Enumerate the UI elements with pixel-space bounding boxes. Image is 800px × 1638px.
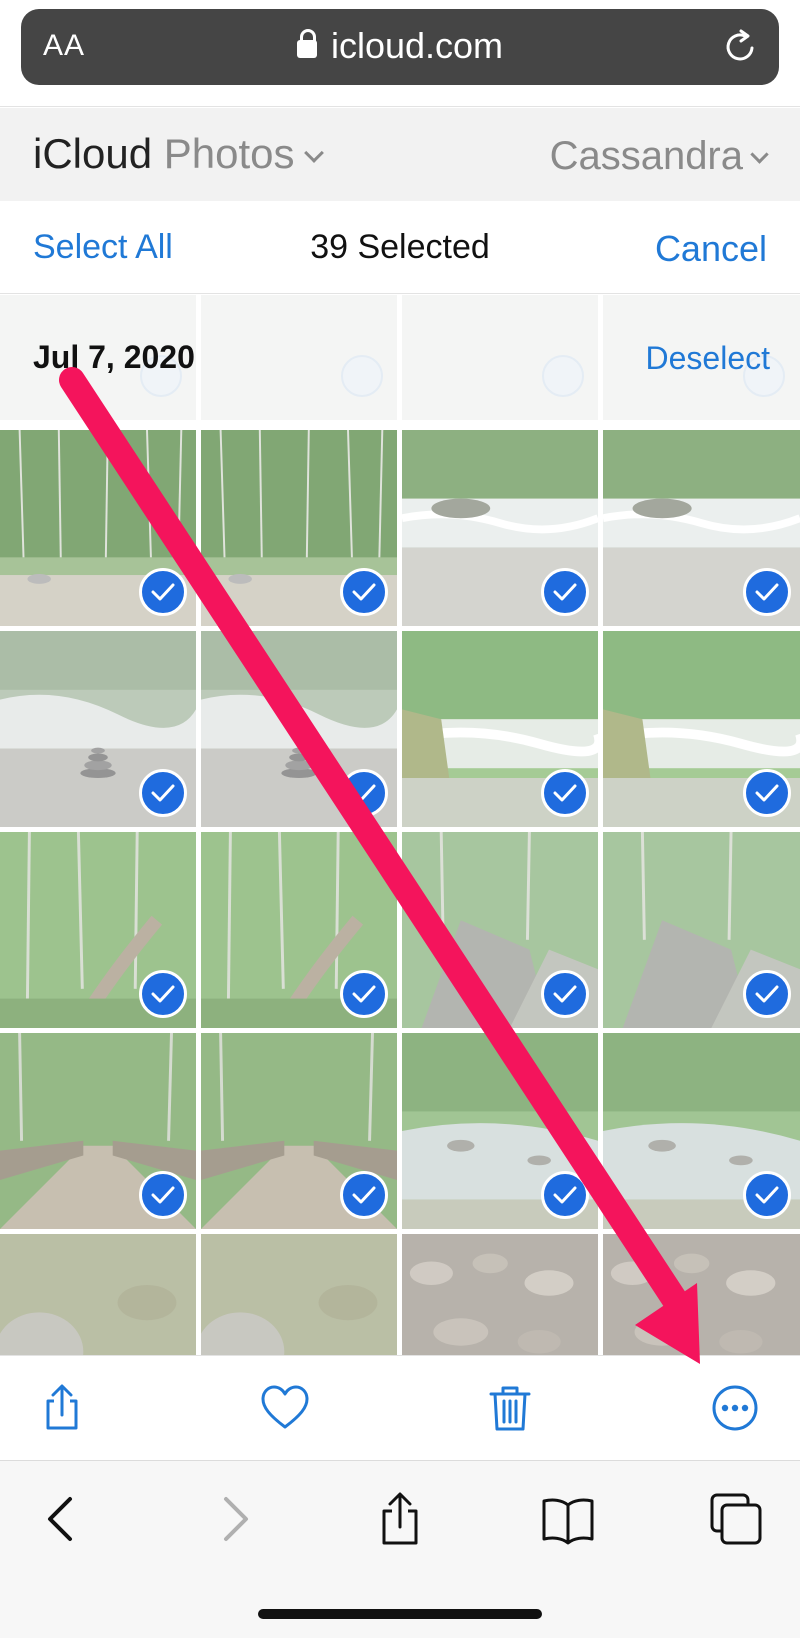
selected-check-icon[interactable] xyxy=(340,970,388,1018)
bookmarks-icon[interactable] xyxy=(540,1491,596,1547)
photo-thumbnail[interactable] xyxy=(201,430,397,626)
selected-check-icon[interactable] xyxy=(541,1171,589,1219)
photo-thumbnail[interactable] xyxy=(603,832,800,1028)
selected-check-icon[interactable] xyxy=(340,568,388,616)
photo-thumbnail[interactable] xyxy=(201,1234,397,1355)
selected-check-icon[interactable] xyxy=(541,769,589,817)
photo-thumbnail[interactable] xyxy=(402,631,598,827)
action-toolbar xyxy=(0,1355,800,1459)
photo-thumbnail[interactable] xyxy=(402,832,598,1028)
logo-main: iCloud xyxy=(33,130,153,177)
selected-check-icon[interactable] xyxy=(743,970,791,1018)
photo-image xyxy=(603,1234,800,1355)
photo-image xyxy=(201,1234,397,1355)
trash-icon[interactable] xyxy=(484,1382,536,1434)
photo-thumbnail[interactable] xyxy=(603,430,800,626)
photo-thumbnail[interactable] xyxy=(0,832,196,1028)
chevron-down-icon xyxy=(750,145,769,164)
photo-thumbnail[interactable] xyxy=(603,1234,800,1355)
selected-check-icon[interactable] xyxy=(139,970,187,1018)
selected-check-icon[interactable] xyxy=(340,769,388,817)
photo-thumbnail[interactable] xyxy=(0,430,196,626)
logo-sub: Photos xyxy=(163,130,295,177)
cancel-button[interactable]: Cancel xyxy=(655,228,767,270)
photo-thumbnail[interactable] xyxy=(402,1234,598,1355)
photo-thumbnail[interactable] xyxy=(0,1234,196,1355)
photo-thumbnail[interactable] xyxy=(603,1033,800,1229)
selected-check-icon[interactable] xyxy=(743,568,791,616)
section-header: Jul 7, 2020 Deselect xyxy=(0,295,800,425)
url-text: icloud.com xyxy=(330,25,504,66)
selected-check-icon[interactable] xyxy=(340,1171,388,1219)
photo-thumbnail[interactable] xyxy=(201,1033,397,1229)
share-icon[interactable] xyxy=(372,1491,428,1547)
user-name: Cassandra xyxy=(549,134,743,178)
home-indicator xyxy=(258,1609,542,1619)
selected-check-icon[interactable] xyxy=(139,568,187,616)
selected-check-icon[interactable] xyxy=(541,568,589,616)
section-date: Jul 7, 2020 xyxy=(33,339,195,375)
photo-image xyxy=(0,1234,196,1355)
selected-check-icon[interactable] xyxy=(743,1171,791,1219)
chevron-down-icon xyxy=(303,143,324,163)
photo-thumbnail[interactable] xyxy=(0,1033,196,1229)
photo-thumbnail[interactable] xyxy=(402,430,598,626)
photo-thumbnail[interactable] xyxy=(201,631,397,827)
selected-check-icon[interactable] xyxy=(139,1171,187,1219)
back-icon[interactable] xyxy=(34,1491,90,1547)
selected-check-icon[interactable] xyxy=(743,769,791,817)
url-bar[interactable]: AA icloud.com xyxy=(21,9,779,85)
share-icon[interactable] xyxy=(36,1382,88,1434)
app-switcher[interactable]: iCloud Photos xyxy=(33,130,324,178)
selected-check-icon[interactable] xyxy=(541,970,589,1018)
account-menu[interactable]: Cassandra xyxy=(549,134,769,179)
forward-icon[interactable] xyxy=(206,1491,262,1547)
lock-icon xyxy=(296,29,317,60)
tabs-icon[interactable] xyxy=(708,1491,764,1547)
browser-bottom-bar xyxy=(0,1460,800,1638)
photo-thumbnail[interactable] xyxy=(0,631,196,827)
selection-bar: Select All 39 Selected Cancel xyxy=(0,201,800,294)
url-display[interactable]: icloud.com xyxy=(21,25,779,67)
heart-icon[interactable] xyxy=(259,1382,311,1434)
photo-thumbnail[interactable] xyxy=(201,832,397,1028)
photo-thumbnail[interactable] xyxy=(402,1033,598,1229)
app-header: iCloud Photos Cassandra xyxy=(0,108,800,201)
photo-thumbnail[interactable] xyxy=(603,631,800,827)
browser-url-area: AA icloud.com xyxy=(0,0,800,107)
selected-check-icon[interactable] xyxy=(139,769,187,817)
reload-icon[interactable] xyxy=(721,27,761,67)
photo-grid: Jul 7, 2020 Deselect xyxy=(0,295,800,1355)
photo-image xyxy=(402,1234,598,1355)
more-icon[interactable] xyxy=(709,1382,761,1434)
deselect-button[interactable]: Deselect xyxy=(646,340,771,377)
